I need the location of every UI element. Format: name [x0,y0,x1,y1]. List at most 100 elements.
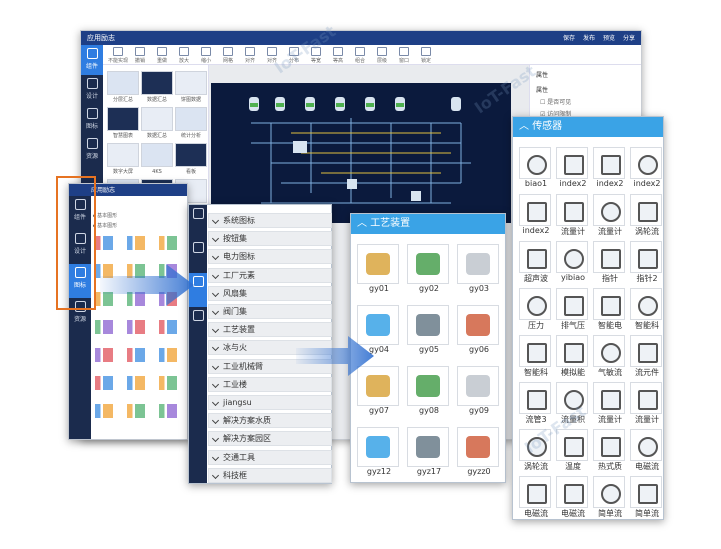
toolbar-button[interactable]: 窗口 [393,45,415,64]
category-item[interactable]: 工业楼 [208,376,332,392]
chart-thumbnail[interactable] [159,404,177,418]
library-thumbnail[interactable]: 饼图数据 [175,71,207,103]
sensor-item[interactable]: biao1 [519,147,553,193]
process-item[interactable]: gy03 [457,244,501,298]
nav-resources[interactable]: 资源 [81,135,103,165]
visible-option[interactable]: ☐ 是否可见 [540,97,571,106]
sensor-item[interactable]: 流量计 [593,194,627,240]
library-thumbnail[interactable]: 数字大屏 [107,143,139,175]
sensor-item[interactable]: 涡轮流 [630,194,664,240]
nav-design[interactable]: 设计 [81,75,103,105]
library-thumbnail[interactable]: 数据汇总 [141,71,173,103]
sensor-item[interactable]: 超声波 [519,241,553,287]
sensor-item[interactable]: 热式质 [593,429,627,475]
sensor-item[interactable]: index2 [593,147,627,193]
chart-thumbnail[interactable] [95,320,113,334]
chart-thumbnail[interactable] [127,320,145,334]
category-item[interactable]: jiangsu [208,395,332,410]
chart-thumbnail[interactable] [127,404,145,418]
sensor-item[interactable]: 模拟能 [556,335,590,381]
category-item[interactable]: 交通工具 [208,449,332,465]
process-item[interactable]: gy08 [407,366,451,420]
publish-button[interactable]: 发布 [583,33,595,42]
category-item[interactable]: 解决方案水质 [208,413,332,429]
library-thumbnail[interactable]: 分层汇总 [107,71,139,103]
toolbar-button[interactable]: 撤销 [129,45,151,64]
sensor-item[interactable]: 简单流 [630,476,664,522]
nav-components[interactable]: 组件 [81,45,103,75]
category-item[interactable]: 风扇集 [208,285,332,301]
library-thumbnail[interactable]: 统计分析 [175,107,207,139]
sensor-item[interactable]: 压力 [519,288,553,334]
category-item[interactable]: 电力图标 [208,249,332,265]
chart-thumbnail[interactable] [127,376,145,390]
chart-thumbnail[interactable] [159,320,177,334]
process-item[interactable]: gyz12 [357,427,401,481]
sensor-item[interactable]: 指针2 [630,241,664,287]
toolbar-button[interactable]: 组合 [349,45,371,64]
sensor-item[interactable]: 流量计 [630,382,664,428]
library-thumbnail[interactable]: 智慧图表 [107,107,139,139]
sensor-item[interactable]: 流元件 [630,335,664,381]
toolbar-button[interactable]: 重做 [151,45,173,64]
chart-thumbnail[interactable] [127,236,145,250]
chart-thumbnail[interactable] [127,348,145,362]
sensor-item[interactable]: 排气压 [556,288,590,334]
preview-button[interactable]: 预览 [603,33,615,42]
chart-thumbnail[interactable] [159,348,177,362]
sensor-item[interactable]: 指针 [593,241,627,287]
sensor-item[interactable]: 智能电 [593,288,627,334]
share-button[interactable]: 分享 [623,33,635,42]
toolbar-button[interactable]: 层级 [371,45,393,64]
chart-thumbnail[interactable] [95,376,113,390]
app-title[interactable]: 应用励志 [87,33,115,43]
process-item[interactable]: gy01 [357,244,401,298]
process-panel-header[interactable]: ︿ 工艺装置 [351,214,505,234]
toolbar-button[interactable]: 等高 [327,45,349,64]
process-diagram-canvas[interactable] [211,83,511,223]
nav-icons[interactable]: 图标 [81,105,103,135]
chart-thumbnail[interactable] [95,404,113,418]
library-thumbnail[interactable]: 4KS [141,143,173,175]
sensor-item[interactable]: 气敏流 [593,335,627,381]
toolbar-button[interactable]: 网格 [217,45,239,64]
process-item[interactable]: gy05 [407,305,451,359]
category-item[interactable]: 科技框 [208,467,332,483]
sensor-panel-header[interactable]: ︿ 传感器 [513,117,663,137]
library-thumbnail[interactable]: 看板 [175,143,207,175]
sensor-item[interactable]: index2 [556,147,590,193]
sensor-item[interactable]: 流量计 [556,194,590,240]
sensor-item[interactable]: 简单流 [593,476,627,522]
process-item[interactable]: gy02 [407,244,451,298]
sensor-item[interactable]: 智能科 [519,335,553,381]
sensor-item[interactable]: 电磁流 [630,429,664,475]
library-thumbnail[interactable]: 数据汇总 [141,107,173,139]
chart-thumbnail[interactable] [159,376,177,390]
process-item[interactable]: gyz17 [407,427,451,481]
category-item[interactable]: 工厂元素 [208,267,332,283]
process-item[interactable]: gy09 [457,366,501,420]
chart-thumbnail[interactable] [95,236,113,250]
category-label[interactable]: ▸ 基本图形 [93,212,117,219]
sensor-item[interactable]: yibiao [556,241,590,287]
save-button[interactable]: 保存 [563,33,575,42]
sensor-item[interactable]: 智能科 [630,288,664,334]
toolbar-button[interactable]: 锁定 [415,45,437,64]
category-label[interactable]: ▸ 基本图形 [93,222,117,229]
toolbar-button[interactable]: 缩小 [195,45,217,64]
process-item[interactable]: gy06 [457,305,501,359]
category-item[interactable]: 系统图标 [208,213,332,228]
sensor-item[interactable]: index2 [519,194,553,240]
toolbar-button[interactable]: 对齐 [239,45,261,64]
category-item[interactable]: 按钮集 [208,231,332,247]
sensor-item[interactable]: index2 [630,147,664,193]
sensor-item[interactable]: 流量计 [593,382,627,428]
sensor-item[interactable]: 电磁流 [519,476,553,522]
category-item[interactable]: 阀门集 [208,304,332,319]
sensor-item[interactable]: 电磁流 [556,476,590,522]
category-item[interactable]: 解决方案园区 [208,431,332,447]
sensor-item[interactable]: 流管3 [519,382,553,428]
chart-thumbnail[interactable] [159,236,177,250]
toolbar-button[interactable]: 不能实现 [107,45,129,64]
toolbar-button[interactable]: 放大 [173,45,195,64]
